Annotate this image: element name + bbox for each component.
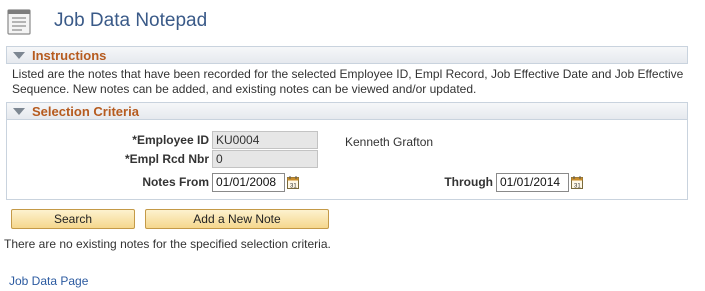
notes-from-label: Notes From: [142, 175, 209, 189]
svg-text:31: 31: [574, 184, 581, 190]
calendar-icon[interactable]: 31: [287, 176, 299, 190]
employee-name: Kenneth Grafton: [345, 135, 434, 149]
calendar-icon[interactable]: 31: [571, 176, 583, 190]
search-button[interactable]: Search: [11, 209, 135, 229]
employee-id-label: *Employee ID: [132, 133, 209, 147]
page-title: Job Data Notepad: [54, 10, 208, 31]
through-label: Through: [444, 175, 493, 189]
instructions-section-header[interactable]: Instructions: [6, 46, 688, 64]
through-input[interactable]: 01/01/2014: [496, 173, 569, 192]
employee-id-field: KU0004: [212, 131, 318, 149]
instructions-text: Listed are the notes that have been reco…: [12, 67, 684, 96]
empl-rcd-field: 0: [212, 150, 318, 168]
svg-text:31: 31: [290, 184, 297, 190]
collapse-triangle-icon[interactable]: [13, 108, 25, 115]
collapse-triangle-icon[interactable]: [13, 52, 25, 59]
notepad-icon: [6, 7, 32, 35]
selection-section-header[interactable]: Selection Criteria: [6, 102, 688, 120]
add-new-note-button[interactable]: Add a New Note: [145, 209, 329, 229]
selection-header-label: Selection Criteria: [32, 104, 139, 119]
no-notes-message: There are no existing notes for the spec…: [4, 237, 331, 251]
job-data-page-link[interactable]: Job Data Page: [9, 274, 88, 288]
empl-rcd-label: *Empl Rcd Nbr: [124, 152, 209, 166]
instructions-header-label: Instructions: [32, 48, 107, 63]
notes-from-input[interactable]: 01/01/2008: [212, 173, 285, 192]
